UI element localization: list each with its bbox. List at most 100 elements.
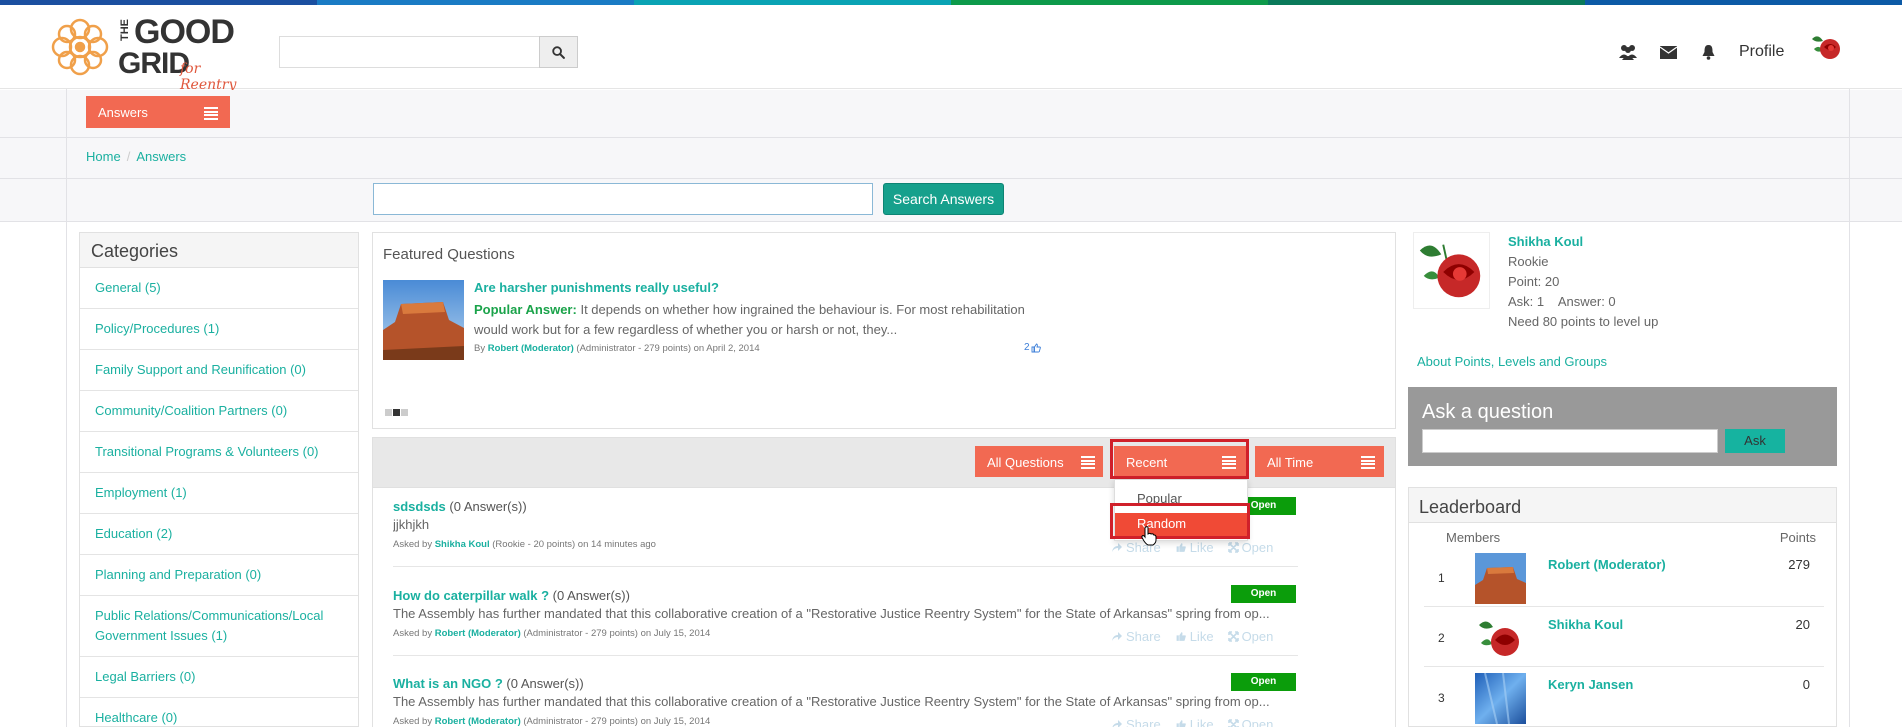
question-actions: Share Like Open <box>1111 629 1273 644</box>
carousel-dot-active[interactable] <box>393 409 400 416</box>
menu-lines-icon <box>1361 456 1375 469</box>
breadcrumb-separator: / <box>126 149 131 164</box>
like-action[interactable]: Like <box>1175 717 1214 727</box>
category-item[interactable]: Planning and Preparation (0) <box>80 555 358 596</box>
carousel-dot[interactable] <box>401 409 408 416</box>
member-name-link[interactable]: Robert (Moderator) <box>1548 557 1666 572</box>
answers-menu-label: Answers <box>98 105 148 120</box>
answer-count: (0 Answer(s)) <box>552 588 630 603</box>
all-time-label: All Time <box>1267 455 1314 470</box>
asked-by-label: Asked by <box>393 628 433 639</box>
question-author-link[interactable]: Robert (Moderator) <box>435 716 521 727</box>
carousel-dot[interactable] <box>385 409 392 416</box>
all-questions-dropdown[interactable]: All Questions <box>975 446 1103 477</box>
open-action[interactable]: Open <box>1227 717 1274 727</box>
featured-questions-panel: Featured Questions Are harsher punishmen… <box>372 232 1396 429</box>
category-item[interactable]: Employment (1) <box>80 473 358 514</box>
question-link[interactable]: How do caterpillar walk ? <box>393 588 549 603</box>
share-action[interactable]: Share <box>1111 717 1161 727</box>
share-action[interactable]: Share <box>1111 629 1161 644</box>
question-excerpt: The Assembly has further mandated that t… <box>393 694 1270 709</box>
profile-ask-answer: Ask: 1 Answer: 0 <box>1508 294 1616 309</box>
answers-search-input[interactable] <box>373 183 873 215</box>
leaderboard-row: 1 Robert (Moderator) 279 <box>1424 547 1824 607</box>
like-action[interactable]: Like <box>1175 629 1214 644</box>
open-action[interactable]: Open <box>1227 540 1274 555</box>
thumbs-up-icon <box>1176 720 1186 727</box>
leaderboard-rank: 3 <box>1438 691 1445 705</box>
answers-menu-button[interactable]: Answers <box>86 96 230 128</box>
featured-author-link[interactable]: Robert (Moderator) <box>488 343 574 354</box>
breadcrumb: Home / Answers <box>86 149 186 164</box>
ask-question-input[interactable] <box>1422 429 1718 453</box>
user-avatar-rose[interactable] <box>1808 29 1844 65</box>
subnav-band <box>0 90 1902 138</box>
member-avatar[interactable] <box>1475 673 1526 724</box>
envelope-icon[interactable] <box>1657 42 1679 62</box>
ask-button[interactable]: Ask <box>1725 429 1785 453</box>
category-item[interactable]: General (5) <box>80 268 358 309</box>
share-icon <box>1112 543 1122 552</box>
open-label: Open <box>1241 540 1274 555</box>
featured-popular-answer: Popular Answer: It depends on whether ho… <box>474 300 1034 340</box>
open-action[interactable]: Open <box>1227 629 1273 644</box>
status-badge: Open <box>1231 585 1296 603</box>
category-item[interactable]: Community/Coalition Partners (0) <box>80 391 358 432</box>
users-icon[interactable] <box>1617 42 1639 62</box>
header-search-button[interactable] <box>539 36 578 68</box>
question-title-line: How do caterpillar walk ? (0 Answer(s)) <box>393 588 1293 603</box>
frame-line-right <box>1849 89 1850 727</box>
featured-question-link[interactable]: Are harsher punishments really useful? <box>474 280 719 295</box>
breadcrumb-home[interactable]: Home <box>86 149 121 164</box>
category-item[interactable]: Legal Barriers (0) <box>80 657 358 698</box>
featured-meta: By Robert (Moderator) (Administrator - 2… <box>474 343 760 354</box>
featured-date: on April 2, 2014 <box>693 343 760 354</box>
breadcrumb-answers[interactable]: Answers <box>136 149 186 164</box>
question-author-link[interactable]: Shikha Koul <box>435 539 490 550</box>
featured-question-image[interactable] <box>383 280 464 360</box>
member-points: 20 <box>1795 617 1810 632</box>
status-badge: Open <box>1231 673 1296 691</box>
featured-like-count[interactable]: 2 <box>1024 342 1041 353</box>
breadcrumb-band <box>0 138 1902 179</box>
member-name-link[interactable]: Shikha Koul <box>1548 617 1623 632</box>
question-link[interactable]: sdsdsds <box>393 499 446 514</box>
category-item[interactable]: Transitional Programs & Volunteers (0) <box>80 432 358 473</box>
menu-lines-icon <box>1081 456 1095 469</box>
question-author-link[interactable]: Robert (Moderator) <box>435 628 521 639</box>
member-points: 0 <box>1802 677 1810 692</box>
profile-link[interactable]: Profile <box>1739 43 1784 61</box>
open-label: Open <box>1241 717 1274 727</box>
flower-logo-icon <box>51 18 109 76</box>
all-time-dropdown[interactable]: All Time <box>1255 446 1384 477</box>
category-item[interactable]: Public Relations/Communications/Local Go… <box>80 596 358 657</box>
like-label: Like <box>1189 717 1214 727</box>
site-logo[interactable]: THE GOOD GRID for Reentry <box>46 9 261 93</box>
answer-count: (0 Answer(s)) <box>449 499 527 514</box>
featured-author-info: (Administrator - 279 points) <box>576 343 691 354</box>
share-icon <box>1112 720 1122 727</box>
expand-icon <box>1227 719 1239 727</box>
about-points-link[interactable]: About Points, Levels and Groups <box>1417 354 1607 369</box>
profile-level-up: Need 80 points to level up <box>1508 314 1659 329</box>
category-item[interactable]: Healthcare (0) <box>80 698 358 726</box>
profile-image-rose[interactable] <box>1413 232 1490 309</box>
question-link[interactable]: What is an NGO ? <box>393 676 503 691</box>
member-avatar[interactable] <box>1475 553 1526 604</box>
bell-icon[interactable] <box>1697 42 1719 62</box>
expand-icon <box>1227 542 1239 553</box>
member-name-link[interactable]: Keryn Jansen <box>1548 677 1633 692</box>
question-title-line: What is an NGO ? (0 Answer(s)) <box>393 676 1293 691</box>
search-answers-button[interactable]: Search Answers <box>883 183 1004 215</box>
featured-by-label: By <box>474 343 486 354</box>
profile-name-link[interactable]: Shikha Koul <box>1508 234 1583 249</box>
category-item[interactable]: Family Support and Reunification (0) <box>80 350 358 391</box>
like-action[interactable]: Like <box>1175 540 1214 555</box>
like-count: 2 <box>1024 342 1030 353</box>
header-search-input[interactable] <box>279 36 540 68</box>
member-avatar[interactable] <box>1475 613 1526 664</box>
logo-the-text: THE <box>119 19 131 41</box>
category-item[interactable]: Policy/Procedures (1) <box>80 309 358 350</box>
question-actions: Share Like Open <box>1111 717 1273 727</box>
category-item[interactable]: Education (2) <box>80 514 358 555</box>
